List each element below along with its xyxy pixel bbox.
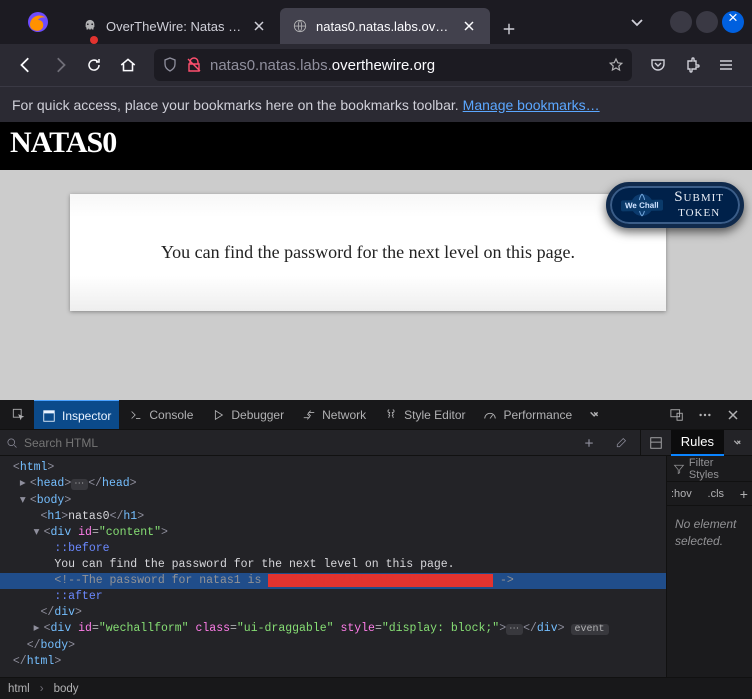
tab-style-editor[interactable]: Style Editor (376, 400, 473, 430)
pseudo-class-row: :hov .cls + (667, 482, 752, 506)
tab-debugger[interactable]: Debugger (203, 400, 292, 430)
wechall-banner: We Chall (621, 199, 663, 211)
browser-titlebar: OverTheWire: Natas Leve natas0.natas.lab… (0, 0, 752, 44)
devtools-panel: Inspector Console Debugger Network Style… (0, 400, 752, 699)
filter-styles-row[interactable]: Filter Styles (667, 456, 752, 482)
bookmark-star-icon[interactable] (608, 57, 624, 73)
layout-panel-icon[interactable] (641, 430, 671, 456)
tab-natas0[interactable]: natas0.natas.labs.overthewir (280, 8, 490, 44)
devtools-toolbar: Rules (0, 430, 752, 456)
tab-inspector[interactable]: Inspector (34, 399, 119, 429)
eyedropper-icon[interactable] (608, 430, 634, 456)
navigation-toolbar: natas0.natas.labs.overthewire.org (0, 44, 752, 86)
tab-network[interactable]: Network (294, 400, 374, 430)
add-node-icon[interactable] (576, 430, 602, 456)
page-header: NATAS0 (0, 122, 752, 170)
home-button[interactable] (112, 49, 144, 81)
tab-label: OverTheWire: Natas Leve (106, 19, 242, 34)
devtools-main: <html> ▸<head>⋯</head> ▾<body> <h1>natas… (0, 456, 752, 677)
page-title: NATAS0 (10, 126, 742, 160)
skull-favicon-icon (82, 18, 98, 34)
breadcrumb: html › body (0, 677, 752, 699)
hov-toggle[interactable]: :hov (671, 488, 692, 500)
tab-console[interactable]: Console (121, 400, 201, 430)
chevron-right-icon: › (40, 683, 44, 695)
page-body: You can find the password for the next l… (0, 170, 752, 400)
firefox-logo-icon (24, 8, 52, 36)
close-tab-icon[interactable] (460, 17, 478, 35)
devtools-menu-icon[interactable] (692, 402, 718, 428)
new-tab-button[interactable] (494, 14, 524, 44)
forward-button[interactable] (44, 49, 76, 81)
content-card: You can find the password for the next l… (70, 194, 666, 311)
app-menu-button[interactable] (710, 49, 742, 81)
devtools-tabbar: Inspector Console Debugger Network Style… (0, 400, 752, 430)
pocket-button[interactable] (642, 49, 674, 81)
search-icon (6, 437, 18, 449)
crumb-html[interactable]: html (8, 683, 30, 695)
search-html-input[interactable] (24, 436, 570, 450)
devtools-close-icon[interactable] (720, 402, 746, 428)
responsive-mode-icon[interactable] (664, 402, 690, 428)
tab-label: natas0.natas.labs.overthewir (316, 19, 452, 34)
tab-strip: OverTheWire: Natas Leve natas0.natas.lab… (64, 0, 622, 44)
wechall-globe-icon: We Chall (620, 188, 664, 222)
submit-token-label: Submit token (674, 190, 724, 220)
submit-token-button[interactable]: We Chall Submit token (606, 182, 744, 228)
globe-favicon-icon (292, 18, 308, 34)
shield-icon[interactable] (162, 57, 178, 73)
no-element-selected: No element selected. (667, 506, 752, 560)
close-tab-icon[interactable] (250, 17, 268, 35)
url-text: natas0.natas.labs.overthewire.org (210, 57, 600, 74)
extensions-button[interactable] (676, 49, 708, 81)
back-button[interactable] (10, 49, 42, 81)
titlebar-right (622, 7, 752, 37)
crumb-body[interactable]: body (54, 683, 79, 695)
rules-overflow-icon[interactable] (724, 430, 752, 456)
add-rule-icon[interactable]: + (740, 486, 748, 502)
bookmarks-hint: For quick access, place your bookmarks h… (12, 97, 459, 113)
window-close-button[interactable] (722, 11, 744, 33)
list-all-tabs-button[interactable] (622, 7, 652, 37)
dom-tree[interactable]: <html> ▸<head>⋯</head> ▾<body> <h1>natas… (0, 456, 666, 677)
insecure-lock-icon[interactable] (186, 57, 202, 73)
window-minimize-button[interactable] (670, 11, 692, 33)
content-text: You can find the password for the next l… (90, 242, 646, 263)
cls-toggle[interactable]: .cls (708, 488, 725, 500)
tab-overthewire[interactable]: OverTheWire: Natas Leve (70, 8, 280, 44)
rules-tab[interactable]: Rules (671, 430, 724, 456)
tab-overflow-icon[interactable] (582, 402, 608, 428)
inspector-picker-icon[interactable] (6, 402, 32, 428)
rules-sidepanel: Filter Styles :hov .cls + No element sel… (666, 456, 752, 677)
url-bar[interactable]: natas0.natas.labs.overthewire.org (154, 49, 632, 81)
window-maximize-button[interactable] (696, 11, 718, 33)
bookmarks-toolbar: For quick access, place your bookmarks h… (0, 86, 752, 122)
reload-button[interactable] (78, 49, 110, 81)
manage-bookmarks-link[interactable]: Manage bookmarks… (463, 97, 600, 113)
selected-dom-node[interactable]: <!--The password for natas1 is g SigAq7t… (0, 573, 666, 589)
page-content: NATAS0 You can find the password for the… (0, 122, 752, 400)
tab-performance[interactable]: Performance (475, 400, 580, 430)
